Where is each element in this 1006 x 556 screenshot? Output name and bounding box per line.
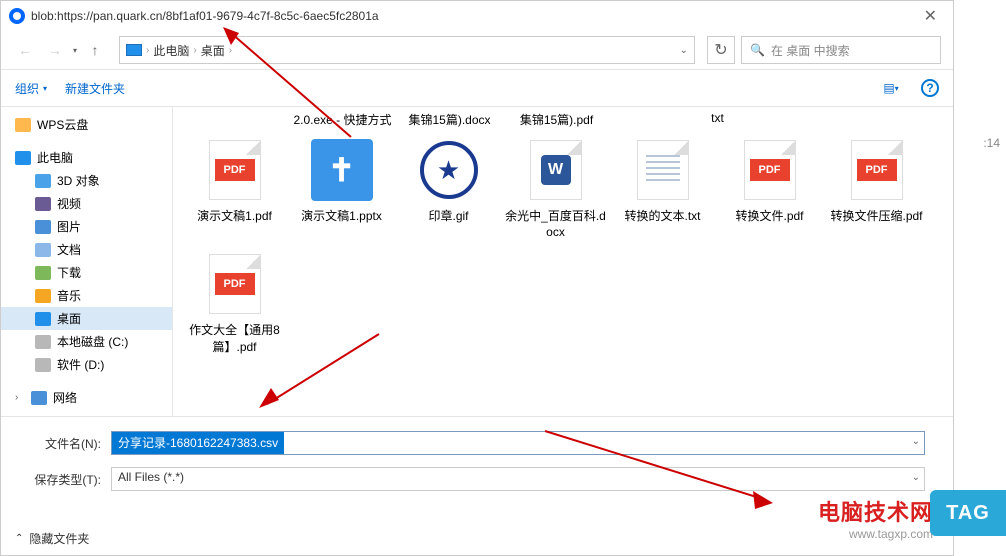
file-icon [631, 138, 695, 202]
sidebar-disk-d[interactable]: 软件 (D:) [1, 353, 172, 376]
file-item[interactable]: ✝ 演示文稿1.pptx [288, 132, 395, 246]
save-form: 文件名(N): 分享记录-1680162247383.csv ⌄ 保存类型(T)… [1, 416, 953, 491]
sidebar-pc[interactable]: 此电脑 [1, 146, 172, 169]
chevron-down-icon[interactable]: ⌄ [912, 472, 920, 483]
watermark-text: 电脑技术网 [818, 495, 933, 527]
file-name: 转换文件.pdf [735, 208, 803, 224]
cube-icon [35, 174, 51, 188]
breadcrumb[interactable]: › 此电脑 › 桌面 › ⌄ [119, 36, 695, 64]
chevron-right-icon: › [229, 45, 232, 56]
filename-value: 分享记录-1680162247383.csv [112, 432, 284, 454]
file-item-trunc[interactable]: 集锦15篇).docx [396, 111, 503, 128]
video-icon [35, 197, 51, 211]
file-item-trunc[interactable]: 集锦15篇).pdf [503, 111, 610, 128]
filename-input[interactable]: 分享记录-1680162247383.csv ⌄ [111, 431, 925, 455]
filename-label: 文件名(N): [29, 435, 101, 452]
sidebar-disk-c[interactable]: 本地磁盘 (C:) [1, 330, 172, 353]
file-icon: PDF [203, 252, 267, 316]
file-name: 转换文件压缩.pdf [830, 208, 922, 224]
disk-icon [35, 358, 51, 372]
pc-icon [126, 44, 142, 56]
desktop-icon [35, 312, 51, 326]
help-button[interactable]: ? [921, 79, 939, 97]
watermark-url: www.tagxp.com [818, 527, 933, 541]
sidebar-desktop[interactable]: 桌面 [1, 307, 172, 330]
file-item-trunc[interactable]: 2.0.exe - 快捷方式 [289, 111, 396, 128]
download-icon [35, 266, 51, 280]
file-item[interactable]: PDF 演示文稿1.pdf [181, 132, 288, 246]
toolbar: 组织 ▾ 新建文件夹 ▤ ▾ ? [1, 69, 953, 107]
tag-badge: TAG [930, 490, 1006, 536]
image-icon [35, 220, 51, 234]
filetype-label: 保存类型(T): [29, 471, 101, 488]
file-item[interactable]: PDF 转换文件压缩.pdf [823, 132, 930, 246]
file-icon: PDF [738, 138, 802, 202]
music-icon [35, 289, 51, 303]
refresh-button[interactable]: ↻ [707, 36, 735, 64]
chevron-up-icon[interactable]: ⌃ [15, 533, 23, 544]
disk-icon [35, 335, 51, 349]
forward-button: → [43, 38, 67, 62]
wps-icon [15, 118, 31, 132]
titlebar: blob:https://pan.quark.cn/8bf1af01-9679-… [1, 1, 953, 31]
footer: ⌃ 隐藏文件夹 [15, 530, 89, 547]
file-item[interactable]: PDF 作文大全【通用8篇】.pdf [181, 246, 288, 360]
file-name: 演示文稿1.pptx [301, 208, 382, 224]
chevron-right-icon: › [146, 45, 149, 56]
file-item-trunc[interactable]: txt [664, 111, 771, 128]
file-icon: ★ [417, 138, 481, 202]
organize-menu[interactable]: 组织 ▾ [15, 80, 47, 97]
breadcrumb-leaf[interactable]: 桌面 [201, 42, 225, 59]
file-icon: PDF [203, 138, 267, 202]
search-placeholder: 在 桌面 中搜索 [771, 42, 850, 59]
sidebar-video[interactable]: 视频 [1, 192, 172, 215]
chevron-down-icon[interactable]: ⌄ [912, 436, 920, 447]
file-icon: PDF [845, 138, 909, 202]
new-folder-button[interactable]: 新建文件夹 [65, 80, 125, 97]
sidebar-docs[interactable]: 文档 [1, 238, 172, 261]
file-icon: W [524, 138, 588, 202]
history-dropdown[interactable]: ▾ [73, 46, 77, 55]
quark-icon [9, 8, 25, 24]
side-timestamp: :14 [983, 136, 1000, 150]
view-options-button[interactable]: ▤ ▾ [879, 76, 903, 100]
network-icon [31, 391, 47, 405]
sidebar-download[interactable]: 下载 [1, 261, 172, 284]
file-item[interactable]: 转换的文本.txt [609, 132, 716, 246]
file-item[interactable]: PDF 转换文件.pdf [716, 132, 823, 246]
doc-icon [35, 243, 51, 257]
close-button[interactable]: ✕ [916, 4, 945, 28]
file-list[interactable]: 2.0.exe - 快捷方式 集锦15篇).docx 集锦15篇).pdf tx… [173, 107, 953, 416]
pc-icon [15, 151, 31, 165]
filetype-select[interactable]: All Files (*.*) ⌄ [111, 467, 925, 491]
file-name: 印章.gif [428, 208, 468, 224]
file-item[interactable]: ★ 印章.gif [395, 132, 502, 246]
search-input[interactable]: 🔍 在 桌面 中搜索 [741, 36, 941, 64]
back-button[interactable]: ← [13, 38, 37, 62]
chevron-right-icon: › [15, 392, 25, 403]
nav-bar: ← → ▾ ↑ › 此电脑 › 桌面 › ⌄ ↻ 🔍 在 桌面 中搜索 [1, 31, 953, 69]
sidebar-music[interactable]: 音乐 [1, 284, 172, 307]
save-dialog: blob:https://pan.quark.cn/8bf1af01-9679-… [0, 0, 954, 556]
file-name: 演示文稿1.pdf [197, 208, 272, 224]
up-button[interactable]: ↑ [83, 38, 107, 62]
chevron-right-icon: › [193, 45, 196, 56]
hide-folders-link[interactable]: 隐藏文件夹 [29, 530, 89, 547]
sidebar-3d[interactable]: 3D 对象 [1, 169, 172, 192]
sidebar-wps[interactable]: WPS云盘 [1, 113, 172, 136]
breadcrumb-expand[interactable]: ⌄ [680, 45, 688, 56]
file-item[interactable]: W 余光中_百度百科.docx [502, 132, 609, 246]
file-name: 转换的文本.txt [624, 208, 700, 224]
file-name: 余光中_百度百科.docx [504, 208, 607, 240]
breadcrumb-root[interactable]: 此电脑 [153, 42, 189, 59]
sidebar-network[interactable]: ›网络 [1, 386, 172, 409]
file-icon: ✝ [310, 138, 374, 202]
window-title: blob:https://pan.quark.cn/8bf1af01-9679-… [31, 9, 379, 23]
file-name: 作文大全【通用8篇】.pdf [183, 322, 286, 354]
watermark: 电脑技术网 www.tagxp.com [818, 495, 933, 541]
search-icon: 🔍 [750, 43, 765, 57]
sidebar-images[interactable]: 图片 [1, 215, 172, 238]
sidebar: WPS云盘 此电脑 3D 对象 视频 图片 文档 下载 音乐 桌面 本地磁盘 (… [1, 107, 173, 416]
